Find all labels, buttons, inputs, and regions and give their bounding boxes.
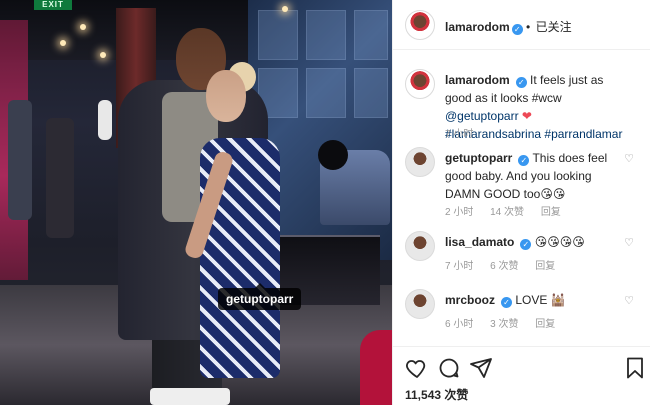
comment-avatar[interactable]: [405, 147, 435, 177]
comment-item: mrcbooz ✓ LOVE 🕍 ♡ 6 小时 3 次赞 回复: [393, 289, 650, 339]
background-person: [46, 118, 74, 238]
likes-suffix: 次赞: [444, 388, 469, 402]
author-username[interactable]: lamarodom: [445, 20, 510, 34]
comment-username[interactable]: lisa_damato: [445, 235, 514, 249]
comment-like-icon[interactable]: ♡: [623, 295, 635, 307]
caption-mention[interactable]: @getuptoparr: [445, 109, 519, 123]
reply-button[interactable]: 回复: [535, 319, 555, 330]
comment-like-icon[interactable]: ♡: [623, 237, 635, 249]
comment-meta: 2 小时 14 次赞 回复: [445, 203, 575, 218]
actions-divider: [393, 346, 650, 347]
comment-text: mrcbooz ✓ LOVE 🕍: [445, 291, 625, 309]
caption-meta: 7 小时: [445, 125, 487, 140]
comment-time: 2 小时: [445, 207, 474, 218]
header-user-line: lamarodom ✓ • 已关注: [445, 18, 572, 35]
verified-badge-icon: ✓: [518, 155, 530, 166]
decor-ball: [318, 140, 348, 170]
comment-item: lisa_damato ✓ 😘😘😘😘 ♡ 7 小时 6 次赞 回复: [393, 231, 650, 281]
comment-like-icon[interactable]: ♡: [623, 153, 635, 165]
man-shoes: [150, 388, 230, 405]
following-button[interactable]: 已关注: [536, 20, 572, 34]
likes-number: 11,543: [405, 388, 442, 402]
caption-avatar[interactable]: [405, 69, 435, 99]
comment-time: 6 小时: [445, 319, 474, 330]
action-bar: [393, 352, 650, 382]
background-person: [8, 100, 32, 220]
verified-badge-icon: ✓: [515, 77, 527, 88]
comment-likes[interactable]: 6 次赞: [490, 261, 518, 272]
caption-time: 7 小时: [445, 129, 474, 140]
reply-button[interactable]: 回复: [535, 261, 555, 272]
likes-count[interactable]: 11,543 次赞: [405, 386, 468, 403]
comment-icon[interactable]: [437, 356, 461, 380]
verified-badge-icon: ✓: [511, 24, 523, 35]
comment-body: LOVE 🕍: [515, 293, 566, 307]
reply-button[interactable]: 回复: [541, 207, 561, 218]
comment-text: lisa_damato ✓ 😘😘😘😘: [445, 233, 625, 251]
verified-badge-icon: ✓: [520, 239, 532, 250]
red-seat: [360, 330, 392, 405]
comment-body: 😘😘😘😘: [534, 235, 585, 249]
post-caption: lamarodom ✓ It feels just as good as it l…: [393, 69, 650, 149]
background-person: [98, 100, 112, 140]
verified-badge-icon: ✓: [501, 297, 513, 308]
woman-head: [206, 70, 246, 122]
post-header: lamarodom ✓ • 已关注: [393, 0, 650, 50]
comments-list[interactable]: lamarodom ✓ It feels just as good as it l…: [393, 51, 650, 346]
post-photo[interactable]: EXIT getuptoparr: [0, 0, 392, 405]
comment-meta: 7 小时 6 次赞 回复: [445, 257, 569, 272]
comment-username[interactable]: getuptoparr: [445, 151, 512, 165]
caption-username[interactable]: lamarodom: [445, 73, 510, 87]
comment-avatar[interactable]: [405, 289, 435, 319]
bookmark-icon[interactable]: [623, 356, 647, 380]
comment-meta: 6 小时 3 次赞 回复: [445, 315, 569, 330]
heart-emoji: ❤: [521, 109, 532, 123]
comment-username[interactable]: mrcbooz: [445, 293, 495, 307]
comment-time: 7 小时: [445, 261, 474, 272]
author-avatar[interactable]: [405, 10, 435, 40]
comment-avatar[interactable]: [405, 231, 435, 261]
separator-dot: •: [526, 20, 531, 34]
comment-likes[interactable]: 14 次赞: [490, 207, 524, 218]
heart-icon[interactable]: [405, 356, 429, 380]
comment-text: getuptoparr ✓ This does feel good baby. A…: [445, 149, 625, 203]
post-side-panel: lamarodom ✓ • 已关注 lamarodom ✓ It feels jus…: [392, 0, 650, 405]
comment-item: getuptoparr ✓ This does feel good baby. A…: [393, 147, 650, 227]
exit-sign: EXIT: [34, 0, 72, 10]
share-icon[interactable]: [469, 356, 493, 380]
user-tag[interactable]: getuptoparr: [218, 283, 302, 310]
comment-likes[interactable]: 3 次赞: [490, 319, 518, 330]
